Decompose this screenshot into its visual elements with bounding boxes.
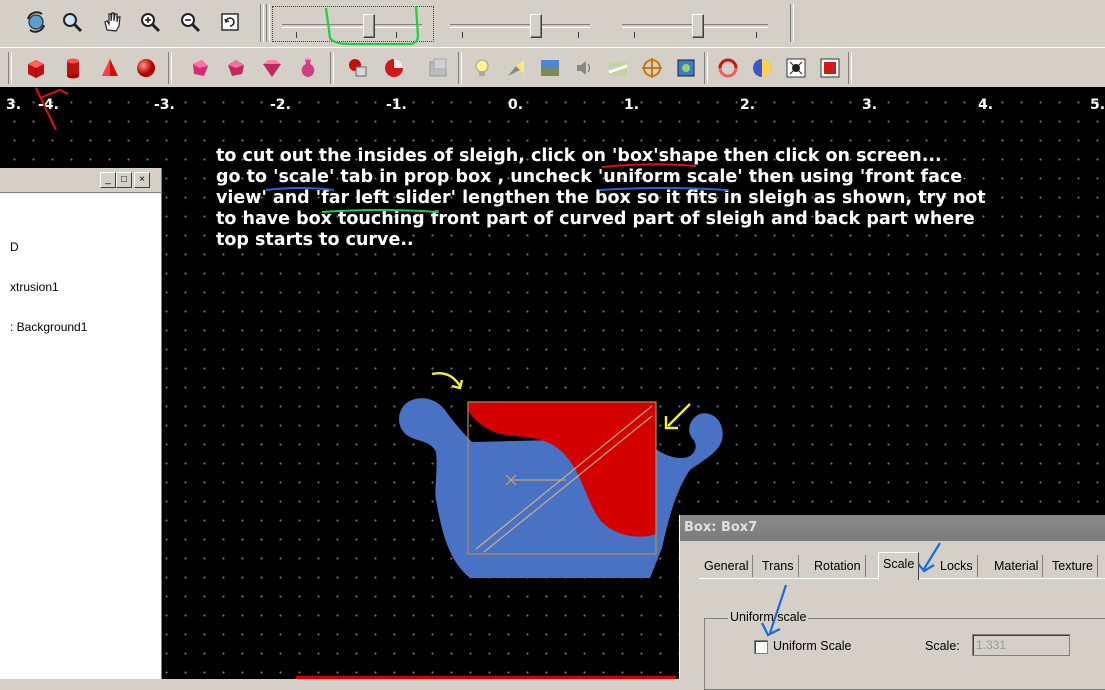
axis-label: 5. [1090,97,1105,113]
prop-box-title: Box: Box7 [680,515,1105,541]
scene-tree-panel: _ □ × D xtrusion1 : Background1 [0,168,162,679]
tab-trans[interactable]: Trans [758,555,799,577]
slider-middle-thumb[interactable] [530,14,542,38]
tree-item[interactable]: D [10,240,19,254]
slider-left-thumb[interactable] [363,14,375,38]
inline-icon[interactable] [380,54,408,82]
viewpoint-icon[interactable] [672,54,700,82]
group-icon[interactable] [344,54,372,82]
texture-icon[interactable] [816,54,844,82]
checkbox-label[interactable]: Uniform Scale [773,639,852,653]
axis-label: 4. [978,97,994,113]
axis-label: 1. [624,97,640,113]
tab-rotation[interactable]: Rotation [810,555,866,577]
extrusion-icon[interactable] [186,54,214,82]
scale-label: Scale: [925,639,960,653]
scene-panel-titlebar: _ □ × [0,168,161,193]
close-button[interactable]: × [134,172,150,188]
axis-label: -3. [154,97,175,113]
maximize-button[interactable]: □ [116,172,132,188]
pan-hand-icon[interactable] [98,8,126,36]
fog-icon[interactable] [604,54,632,82]
instruction-line: top starts to curve.. [216,230,414,250]
rotate-view-icon[interactable] [22,8,50,36]
axis-label: -1. [386,97,407,113]
box-shape-icon[interactable] [22,54,50,82]
zoom-in-icon[interactable] [136,8,164,36]
instruction-line: view' and 'far left slider' lengthen the… [216,188,986,208]
script-icon[interactable] [782,54,810,82]
view-toolbar [0,0,1105,47]
tree-item[interactable]: : Background1 [10,320,87,334]
zoom-out-icon[interactable] [176,8,204,36]
left-edge-label: 3. [6,97,22,113]
navigation-icon[interactable] [638,54,666,82]
background-icon[interactable] [536,54,564,82]
property-box: Box: Box7 General Trans Rotation Scale L… [679,515,1105,690]
slider-left[interactable] [282,24,422,28]
cylinder-shape-icon[interactable] [59,54,87,82]
instruction-text: to cut out the insides of sleigh, click … [216,146,1006,251]
axis-label: -4. [38,97,59,113]
instruction-line: to cut out the insides of sleigh, click … [216,146,942,166]
minimize-button[interactable]: _ [100,172,116,188]
tab-locks[interactable]: Locks [936,555,978,577]
cone-shape-icon[interactable] [96,54,124,82]
tab-material[interactable]: Material [990,555,1044,577]
axis-label: 3. [862,97,878,113]
scale-input[interactable]: 1.331 [972,634,1070,656]
sphere-shape-icon[interactable] [132,54,160,82]
tab-scale[interactable]: Scale [878,552,920,580]
disabled-shape-icon [424,54,452,82]
toolbar-separator [260,4,264,42]
gem-icon[interactable] [258,54,286,82]
tab-general[interactable]: General [700,555,754,577]
slider-middle[interactable] [450,24,590,28]
axis-label: 0. [508,97,524,113]
spotlight-icon[interactable] [502,54,530,82]
uniform-scale-checkbox[interactable] [754,640,768,654]
group-label: Uniform scale [728,610,809,624]
globe-icon[interactable] [748,54,776,82]
polyhedron-icon[interactable] [222,54,250,82]
toolbar-separator [790,4,794,42]
axis-label: -2. [270,97,291,113]
zoom-magnifier-icon[interactable] [58,8,86,36]
light-bulb-icon[interactable] [468,54,496,82]
tree-item[interactable]: xtrusion1 [10,280,59,294]
fit-view-icon[interactable] [216,8,244,36]
vase-icon[interactable] [294,54,322,82]
instruction-line: go to 'scale' tab in prop box , uncheck … [216,167,963,187]
sound-icon[interactable] [570,54,598,82]
animation-icon[interactable] [714,54,742,82]
shapes-toolbar [0,47,1105,88]
tab-texture[interactable]: Texture [1048,555,1098,577]
slider-right-thumb[interactable] [692,14,704,38]
axis-label: 2. [740,97,756,113]
instruction-line: to have box touching front part of curve… [216,209,975,229]
toolbar-separator [266,4,270,42]
